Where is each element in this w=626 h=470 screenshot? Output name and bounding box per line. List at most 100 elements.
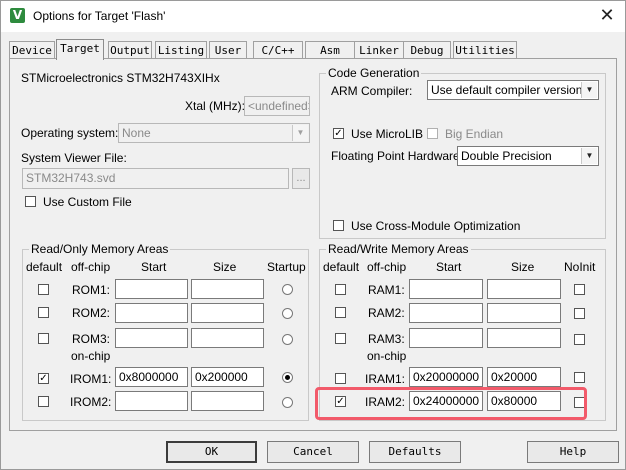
system-viewer-field[interactable]: STM32H743.svd — [22, 168, 289, 189]
device-name: STMicroelectronics STM32H743XIHx — [21, 71, 220, 85]
tab-asm[interactable]: Asm — [305, 41, 355, 58]
ram2-start-field[interactable] — [409, 303, 483, 323]
ram3-default-checkbox[interactable] — [335, 333, 346, 344]
rw-header-default: default — [323, 260, 360, 274]
rom2-startup-radio[interactable] — [282, 308, 293, 319]
ram2-default-checkbox[interactable] — [335, 307, 346, 318]
iram1-noinit-checkbox[interactable] — [574, 372, 585, 383]
iram1-size-field[interactable]: 0x20000 — [487, 367, 561, 387]
ro-header-offchip: off-chip — [71, 260, 111, 274]
tab-utilities[interactable]: Utilities — [453, 41, 517, 58]
options-dialog: V Options for Target 'Flash' ✕ Device Ta… — [0, 0, 626, 470]
ram1-start-field[interactable] — [409, 279, 483, 299]
rom2-default-checkbox[interactable] — [38, 307, 49, 318]
arm-compiler-select[interactable]: Use default compiler version 5 ▼ — [427, 80, 599, 100]
irom2-default-checkbox[interactable] — [38, 396, 49, 407]
ram2-label: RAM2: — [368, 306, 405, 320]
close-icon[interactable]: ✕ — [593, 4, 621, 28]
operating-system-select[interactable]: None ▼ — [118, 123, 310, 143]
tab-listing[interactable]: Listing — [155, 41, 207, 58]
big-endian-checkbox[interactable] — [427, 128, 438, 139]
rom3-startup-radio[interactable] — [282, 334, 293, 345]
tab-output[interactable]: Output — [108, 41, 152, 58]
ram1-noinit-checkbox[interactable] — [574, 284, 585, 295]
ram3-label: RAM3: — [368, 332, 405, 346]
tab-target[interactable]: Target — [56, 39, 104, 60]
irom1-default-checkbox[interactable]: ✓ — [38, 373, 49, 384]
system-viewer-label: System Viewer File: — [21, 151, 127, 165]
ram3-noinit-checkbox[interactable] — [574, 334, 585, 345]
ok-button[interactable]: OK — [166, 441, 257, 463]
rw-header-noinit: NoInit — [564, 260, 596, 274]
ro-onchip-label: on-chip — [71, 349, 111, 363]
use-custom-file-label: Use Custom File — [43, 195, 132, 209]
cross-module-label: Use Cross-Module Optimization — [351, 219, 521, 233]
xtal-label: Xtal (MHz): — [185, 99, 245, 113]
ram2-size-field[interactable] — [487, 303, 561, 323]
rom1-size-field[interactable] — [191, 279, 264, 299]
ro-header-default: default — [26, 260, 63, 274]
keil-app-icon: V — [10, 8, 25, 23]
irom1-size-field[interactable]: 0x200000 — [191, 367, 264, 387]
rom2-size-field[interactable] — [191, 303, 264, 323]
irom1-start-field[interactable]: 0x8000000 — [115, 367, 188, 387]
ram2-noinit-checkbox[interactable] — [574, 308, 585, 319]
iram2-highlight-annotation — [315, 387, 587, 420]
ram1-size-field[interactable] — [487, 279, 561, 299]
rw-header-start: Start — [436, 260, 462, 274]
tab-debug[interactable]: Debug — [403, 41, 451, 58]
ram1-label: RAM1: — [368, 283, 405, 297]
fpu-label: Floating Point Hardware: — [331, 149, 464, 163]
cancel-button[interactable]: Cancel — [267, 441, 359, 463]
irom2-startup-radio[interactable] — [282, 397, 293, 408]
rom1-startup-radio[interactable] — [282, 284, 293, 295]
window-title: Options for Target 'Flash' — [33, 9, 166, 23]
cross-module-checkbox[interactable] — [333, 220, 344, 231]
iram1-default-checkbox[interactable] — [335, 373, 346, 384]
fpu-select[interactable]: Double Precision ▼ — [457, 146, 599, 166]
rw-header-size: Size — [511, 260, 535, 274]
irom1-startup-radio[interactable] — [282, 372, 293, 383]
chevron-down-icon: ▼ — [581, 82, 597, 98]
arm-compiler-value: Use default compiler version 5 — [431, 83, 593, 97]
use-microlib-checkbox[interactable]: ✓ — [333, 128, 344, 139]
rom2-start-field[interactable] — [115, 303, 188, 323]
help-button[interactable]: Help — [527, 441, 619, 463]
irom2-size-field[interactable] — [191, 391, 264, 411]
big-endian-label: Big Endian — [445, 127, 504, 141]
ram1-default-checkbox[interactable] — [335, 284, 346, 295]
ram3-size-field[interactable] — [487, 328, 561, 348]
rom3-start-field[interactable] — [115, 328, 188, 348]
rom3-size-field[interactable] — [191, 328, 264, 348]
tab-device[interactable]: Device — [9, 41, 55, 58]
chevron-down-icon: ▼ — [292, 125, 308, 141]
ro-header-start: Start — [141, 260, 167, 274]
ro-memory-title: Read/Only Memory Areas — [29, 242, 171, 256]
ro-header-size: Size — [213, 260, 237, 274]
operating-system-value: None — [122, 126, 151, 140]
tab-c-cpp[interactable]: C/C++ — [253, 41, 303, 58]
rom2-label: ROM2: — [72, 306, 111, 320]
iram1-start-field[interactable]: 0x20000000 — [409, 367, 483, 387]
browse-button[interactable]: ... — [292, 168, 310, 189]
xtal-field[interactable]: <undefined> — [244, 96, 310, 116]
rom1-default-checkbox[interactable] — [38, 284, 49, 295]
irom2-label: IROM2: — [70, 395, 112, 409]
rom1-label: ROM1: — [72, 283, 111, 297]
chevron-down-icon: ▼ — [581, 148, 597, 164]
rom1-start-field[interactable] — [115, 279, 188, 299]
fpu-value: Double Precision — [461, 149, 552, 163]
rw-onchip-label: on-chip — [367, 349, 407, 363]
tab-linker[interactable]: Linker — [354, 41, 404, 58]
use-custom-file-checkbox[interactable] — [25, 196, 36, 207]
defaults-button[interactable]: Defaults — [369, 441, 461, 463]
rom3-default-checkbox[interactable] — [38, 333, 49, 344]
irom1-label: IROM1: — [70, 372, 112, 386]
ro-header-startup: Startup — [267, 260, 306, 274]
code-generation-title: Code Generation — [326, 66, 422, 80]
rom3-label: ROM3: — [72, 332, 111, 346]
tab-user[interactable]: User — [209, 41, 247, 58]
irom2-start-field[interactable] — [115, 391, 188, 411]
ram3-start-field[interactable] — [409, 328, 483, 348]
arm-compiler-label: ARM Compiler: — [331, 84, 413, 98]
